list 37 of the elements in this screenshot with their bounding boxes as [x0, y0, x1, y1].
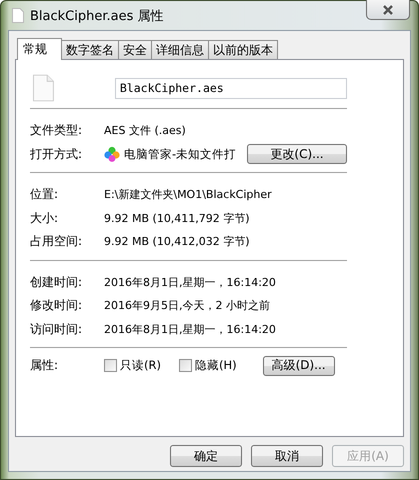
file-icon — [33, 74, 54, 102]
field-value: 2016年8月1日,星期一，16:14:20 — [104, 322, 276, 337]
window-title: BlackCipher.aes 属性 — [30, 8, 164, 24]
change-button[interactable]: 更改(C)... — [247, 144, 347, 164]
file-name-field[interactable]: BlackCipher.aes — [114, 78, 347, 98]
field-value: 9.92 MB (10,411,792 字节) — [104, 210, 250, 226]
field-label: 修改时间: — [30, 297, 84, 314]
checkbox-label[interactable]: 隐藏(H) — [194, 358, 237, 374]
field-label: 位置: — [30, 186, 60, 204]
dialog-button[interactable]: 确定 — [170, 445, 242, 467]
advanced-button[interactable]: 高级(D)... — [262, 356, 335, 376]
field-label: 属性: — [30, 357, 60, 374]
tab[interactable]: 安全 — [118, 40, 152, 59]
field-value: 2016年9月5日,今天，2 小时之前 — [104, 298, 270, 314]
dialog-button[interactable]: 取消 — [251, 445, 323, 467]
close-button[interactable] — [366, 0, 410, 20]
field-label: 打开方式: — [30, 146, 84, 163]
field-label: 文件类型: — [30, 122, 84, 140]
field-value: AES 文件 (.aes) — [104, 123, 186, 138]
field-label: 大小: — [30, 210, 60, 227]
tab[interactable]: 以前的版本 — [208, 40, 278, 59]
field-value: E:\新建文件夹\MO1\BlackCipher — [104, 187, 272, 202]
checkbox[interactable] — [104, 359, 117, 372]
field-value: 9.92 MB (10,412,032 字节) — [104, 234, 250, 250]
field-label: 访问时间: — [30, 320, 84, 338]
tab[interactable]: 常规 — [17, 38, 62, 60]
tab[interactable]: 数字签名 — [61, 40, 119, 59]
field-value: 2016年8月1日,星期一，16:14:20 — [104, 274, 276, 290]
app-name: 电脑管家-未知文件打 — [124, 146, 238, 162]
checkbox-label[interactable]: 只读(R) — [120, 358, 161, 374]
checkbox[interactable] — [178, 359, 192, 372]
field-label: 创建时间: — [30, 274, 84, 291]
field-label: 占用空间: — [30, 233, 84, 250]
tab[interactable]: 详细信息 — [151, 40, 209, 59]
close-icon — [382, 4, 394, 14]
file-icon — [12, 8, 24, 23]
app-icon — [104, 146, 120, 162]
